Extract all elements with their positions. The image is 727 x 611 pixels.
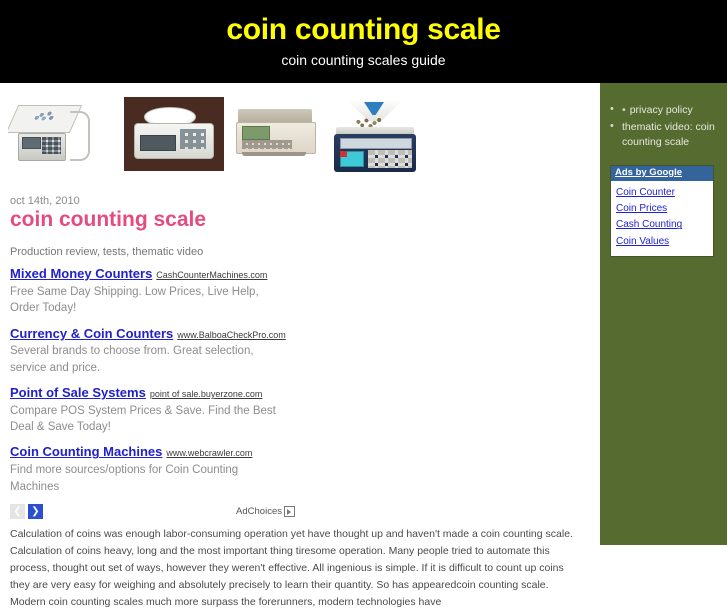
ad-description: Compare POS System Prices & Save. Find t… — [10, 404, 276, 434]
article-body-text: Calculation of coins was enough labor-co… — [10, 527, 573, 608]
ad-display-url[interactable]: point of sale.buyerzone.com — [150, 389, 263, 399]
ad-display-url[interactable]: www.webcrawler.com — [166, 448, 252, 458]
sidebar-item-label[interactable]: privacy policy — [630, 104, 693, 116]
ads-link-coin-prices[interactable]: Coin Prices — [616, 201, 709, 217]
ad-title-link[interactable]: Coin Counting Machines — [10, 444, 162, 459]
post-date: oct 14th, 2010 — [10, 195, 80, 207]
ads-link-coin-counter[interactable]: Coin Counter — [616, 185, 709, 201]
ad-display-url[interactable]: CashCounterMachines.com — [156, 270, 267, 280]
ad-unit[interactable]: Point of Sale Systems point of sale.buyer… — [10, 385, 310, 435]
ads-by-google-links: Coin Counter Coin Prices Cash Counting C… — [611, 181, 713, 256]
ads-by-google-box: Ads by Google Coin Counter Coin Prices C… — [610, 164, 714, 257]
ad-line: Coin Counting Machines www.webcrawler.com — [10, 444, 310, 461]
ad-line: Point of Sale Systems point of sale.buyer… — [10, 385, 310, 402]
adchoices-label: AdChoices — [236, 506, 282, 518]
sidebar-item-privacy-policy[interactable]: • privacy policy — [610, 102, 721, 118]
ads-link-cash-counting[interactable]: Cash Counting — [616, 217, 709, 233]
ad-unit[interactable]: Coin Counting Machines www.webcrawler.com… — [10, 444, 310, 494]
inner-bullet-icon: • — [622, 104, 626, 116]
ad-title-link[interactable]: Point of Sale Systems — [10, 385, 146, 400]
ad-block-footer: ❮ ❯ AdChoices — [10, 504, 295, 520]
sidebar-item-label[interactable]: thematic video: coin counting scale — [622, 121, 715, 148]
ad-line: Currency & Coin Counters www.BalboaCheckP… — [10, 326, 310, 343]
ad-unit[interactable]: Currency & Coin Counters www.BalboaCheckP… — [10, 326, 310, 376]
next-page-arrow-icon[interactable]: ❯ — [28, 504, 43, 520]
ad-description: Find more sources/options for Coin Count… — [10, 464, 239, 493]
ad-display-url[interactable]: www.BalboaCheckPro.com — [177, 330, 286, 340]
sidebar-item-thematic-video[interactable]: thematic video: coin counting scale — [610, 119, 721, 150]
post-title: coin counting scale — [10, 208, 207, 232]
article-header: oct 14th, 2010 coin counting scale — [0, 179, 593, 232]
google-ads-block: Production review, tests, thematic video… — [10, 246, 310, 520]
gallery-image-platform-coin-scale — [8, 97, 116, 173]
prev-page-arrow-icon[interactable]: ❮ — [10, 504, 25, 520]
gallery-image-retail-counting-scale — [232, 97, 320, 169]
product-image-gallery — [0, 83, 593, 179]
ads-link-coin-values[interactable]: Coin Values — [616, 234, 709, 250]
ad-title-link[interactable]: Mixed Money Counters — [10, 266, 152, 281]
sidebar-nav-list: • privacy policy thematic video: coin cou… — [600, 83, 727, 151]
ad-description: Free Same Day Shipping. Low Prices, Live… — [10, 285, 259, 315]
content-sidebar-gap — [593, 83, 600, 545]
ad-unit[interactable]: Mixed Money Counters CashCounterMachines.… — [10, 266, 310, 316]
gallery-image-blue-coin-counting-scale — [328, 97, 422, 177]
ad-pagination: ❮ ❯ — [10, 504, 43, 520]
page-subtitle: coin counting scales guide — [281, 51, 446, 68]
sidebar: • privacy policy thematic video: coin cou… — [600, 83, 727, 545]
ad-description: Several brands to choose from. Great sel… — [10, 345, 254, 374]
ad-title-link[interactable]: Currency & Coin Counters — [10, 326, 173, 341]
gallery-image-round-pan-precision-balance — [124, 97, 224, 171]
ad-line: Mixed Money Counters CashCounterMachines.… — [10, 266, 310, 283]
page-title: coin counting scale — [226, 13, 501, 46]
ads-by-google-label: Ads by Google — [615, 166, 683, 178]
main-content: oct 14th, 2010 coin counting scale Produ… — [0, 83, 593, 608]
ad-block-heading: Production review, tests, thematic video — [10, 246, 204, 259]
adchoices-link[interactable]: AdChoices — [236, 506, 295, 518]
page-body: oct 14th, 2010 coin counting scale Produ… — [0, 83, 727, 608]
site-header: coin counting scale coin counting scales… — [0, 0, 727, 83]
ads-by-google-header: Ads by Google — [611, 165, 713, 182]
adchoices-triangle-icon — [284, 506, 295, 518]
